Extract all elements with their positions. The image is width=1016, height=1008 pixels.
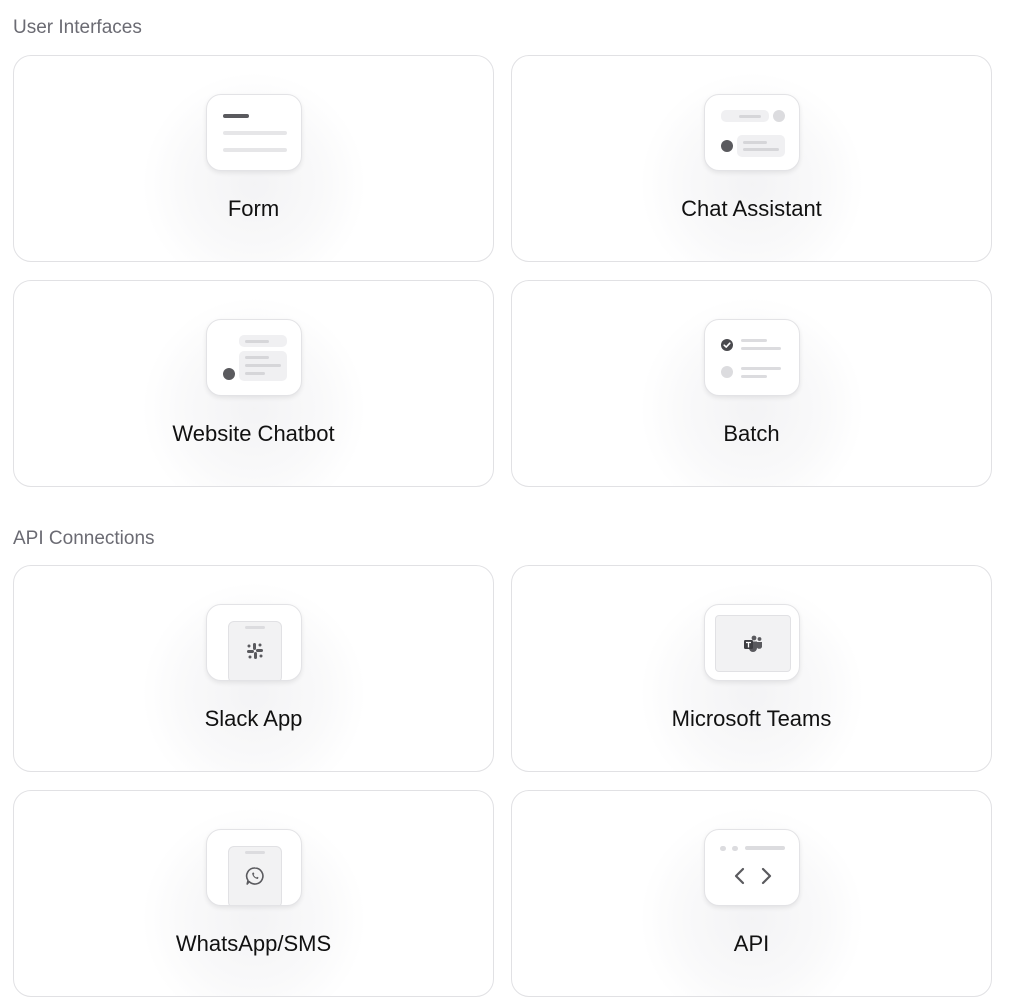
card-chat-assistant[interactable]: Chat Assistant (511, 55, 992, 262)
card-slack-app[interactable]: Slack App (13, 565, 494, 772)
form-icon (206, 94, 302, 171)
card-label-api: API (733, 931, 770, 956)
slack-icon (206, 604, 302, 681)
card-label-form: Form (227, 196, 280, 221)
card-label-batch: Batch (723, 421, 780, 446)
card-batch[interactable]: Batch (511, 280, 992, 487)
card-whatsapp-sms[interactable]: WhatsApp/SMS (13, 790, 494, 997)
whatsapp-icon (206, 829, 302, 906)
section-title-user-interfaces: User Interfaces (13, 17, 142, 38)
card-website-chatbot[interactable]: Website Chatbot (13, 280, 494, 487)
card-microsoft-teams[interactable]: Microsoft Teams (511, 565, 992, 772)
code-brackets-icon (704, 829, 800, 906)
section-title-api-connections: API Connections (13, 528, 155, 549)
card-label-slack-app: Slack App (204, 706, 303, 731)
chat-assistant-icon (704, 94, 800, 171)
microsoft-teams-icon (704, 604, 800, 681)
batch-icon (704, 319, 800, 396)
card-label-chat-assistant: Chat Assistant (681, 196, 822, 221)
website-chatbot-icon (206, 319, 302, 396)
card-form[interactable]: Form (13, 55, 494, 262)
card-label-website-chatbot: Website Chatbot (172, 421, 335, 446)
card-label-microsoft-teams: Microsoft Teams (671, 706, 832, 731)
card-label-whatsapp-sms: WhatsApp/SMS (175, 931, 332, 956)
card-api[interactable]: API (511, 790, 992, 997)
